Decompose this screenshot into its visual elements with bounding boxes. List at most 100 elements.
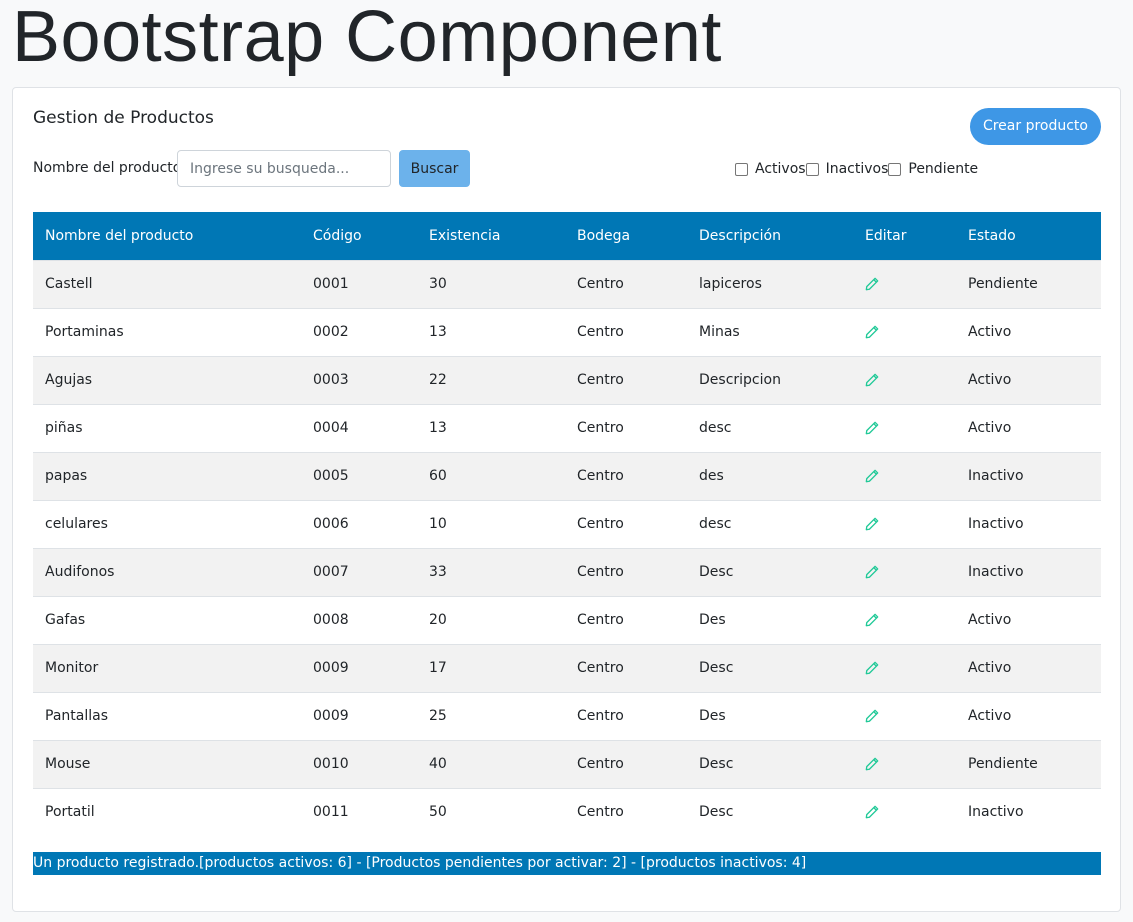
cell-estado: Activo [956,643,1101,692]
cell-existencia: 10 [417,499,565,548]
cell-descripcion: Desc [687,739,853,788]
cell-codigo: 0010 [301,739,417,788]
column-header-codigo: Código [301,212,417,260]
cell-descripcion: Minas [687,307,853,356]
cell-editar [853,307,956,356]
table-row: Audifonos 0007 33 Centro Desc Inactivo [33,547,1101,596]
cell-codigo: 0009 [301,643,417,692]
cell-existencia: 33 [417,547,565,596]
table-row: Agujas 0003 22 Centro Descripcion Activo [33,355,1101,404]
pencil-icon[interactable] [865,565,879,579]
pencil-icon[interactable] [865,469,879,483]
cell-nombre: Castell [33,259,301,308]
search-input[interactable] [177,150,391,187]
cell-estado: Inactivo [956,547,1101,596]
column-header-existencia: Existencia [417,212,565,260]
cell-editar [853,403,956,452]
cell-bodega: Centro [565,643,687,692]
cell-codigo: 0002 [301,307,417,356]
cell-descripcion: Desc [687,643,853,692]
cell-nombre: piñas [33,403,301,452]
filter-activos-label: Activos [755,161,806,177]
cell-estado: Activo [956,355,1101,404]
table-row: Mouse 0010 40 Centro Desc Pendiente [33,739,1101,788]
cell-codigo: 0008 [301,595,417,644]
cell-nombre: Mouse [33,739,301,788]
cell-codigo: 0009 [301,691,417,740]
pencil-icon[interactable] [865,613,879,627]
products-table: Nombre del producto Código Existencia Bo… [33,212,1101,836]
pencil-icon[interactable] [865,373,879,387]
table-row: Portaminas 0002 13 Centro Minas Activo [33,307,1101,356]
cell-descripcion: Desc [687,787,853,836]
column-header-nombre: Nombre del producto [33,212,301,260]
pencil-icon[interactable] [865,805,879,819]
table-row: Portatil 0011 50 Centro Desc Inactivo [33,787,1101,836]
pencil-icon[interactable] [865,757,879,771]
cell-bodega: Centro [565,307,687,356]
cell-bodega: Centro [565,691,687,740]
cell-nombre: celulares [33,499,301,548]
product-management-card: Gestion de Productos Crear producto Nomb… [12,87,1121,912]
filter-pendiente-label: Pendiente [908,161,979,177]
cell-bodega: Centro [565,787,687,836]
column-header-editar: Editar [853,212,956,260]
table-row: Gafas 0008 20 Centro Des Activo [33,595,1101,644]
status-filters: Activos Inactivos Pendiente [735,161,978,177]
column-header-descripcion: Descripción [687,212,853,260]
pencil-icon[interactable] [865,661,879,675]
cell-descripcion: desc [687,499,853,548]
cell-estado: Activo [956,691,1101,740]
search-button[interactable]: Buscar [399,150,470,187]
cell-existencia: 13 [417,307,565,356]
cell-nombre: Portaminas [33,307,301,356]
filter-activos-checkbox[interactable] [735,162,748,176]
filter-pendiente-checkbox[interactable] [888,162,902,176]
cell-existencia: 17 [417,643,565,692]
cell-editar [853,355,956,404]
column-header-bodega: Bodega [565,212,687,260]
cell-existencia: 60 [417,451,565,500]
cell-descripcion: Des [687,595,853,644]
cell-bodega: Centro [565,259,687,308]
pencil-icon[interactable] [865,421,879,435]
cell-codigo: 0006 [301,499,417,548]
card-title: Gestion de Productos [33,108,214,128]
cell-codigo: 0004 [301,403,417,452]
cell-estado: Pendiente [956,739,1101,788]
cell-estado: Inactivo [956,451,1101,500]
cell-estado: Activo [956,307,1101,356]
table-row: Monitor 0009 17 Centro Desc Activo [33,643,1101,692]
cell-editar [853,259,956,308]
cell-editar [853,643,956,692]
cell-estado: Inactivo [956,499,1101,548]
cell-existencia: 25 [417,691,565,740]
cell-codigo: 0005 [301,451,417,500]
cell-nombre: Agujas [33,355,301,404]
cell-editar [853,739,956,788]
cell-existencia: 22 [417,355,565,404]
table-row: celulares 0006 10 Centro desc Inactivo [33,499,1101,548]
cell-editar [853,691,956,740]
cell-nombre: Monitor [33,643,301,692]
filter-inactivos-checkbox[interactable] [805,162,819,176]
pencil-icon[interactable] [865,709,879,723]
cell-bodega: Centro [565,403,687,452]
cell-existencia: 50 [417,787,565,836]
cell-editar [853,547,956,596]
create-product-button[interactable]: Crear producto [969,108,1101,145]
cell-descripcion: des [687,451,853,500]
cell-codigo: 0007 [301,547,417,596]
cell-editar [853,451,956,500]
cell-descripcion: Descripcion [687,355,853,404]
pencil-icon[interactable] [865,277,879,291]
table-row: papas 0005 60 Centro des Inactivo [33,451,1101,500]
cell-existencia: 13 [417,403,565,452]
pencil-icon[interactable] [865,325,879,339]
cell-existencia: 30 [417,259,565,308]
search-label: Nombre del producto [33,160,182,176]
pencil-icon[interactable] [865,517,879,531]
cell-bodega: Centro [565,355,687,404]
cell-codigo: 0001 [301,259,417,308]
cell-estado: Pendiente [956,259,1101,308]
